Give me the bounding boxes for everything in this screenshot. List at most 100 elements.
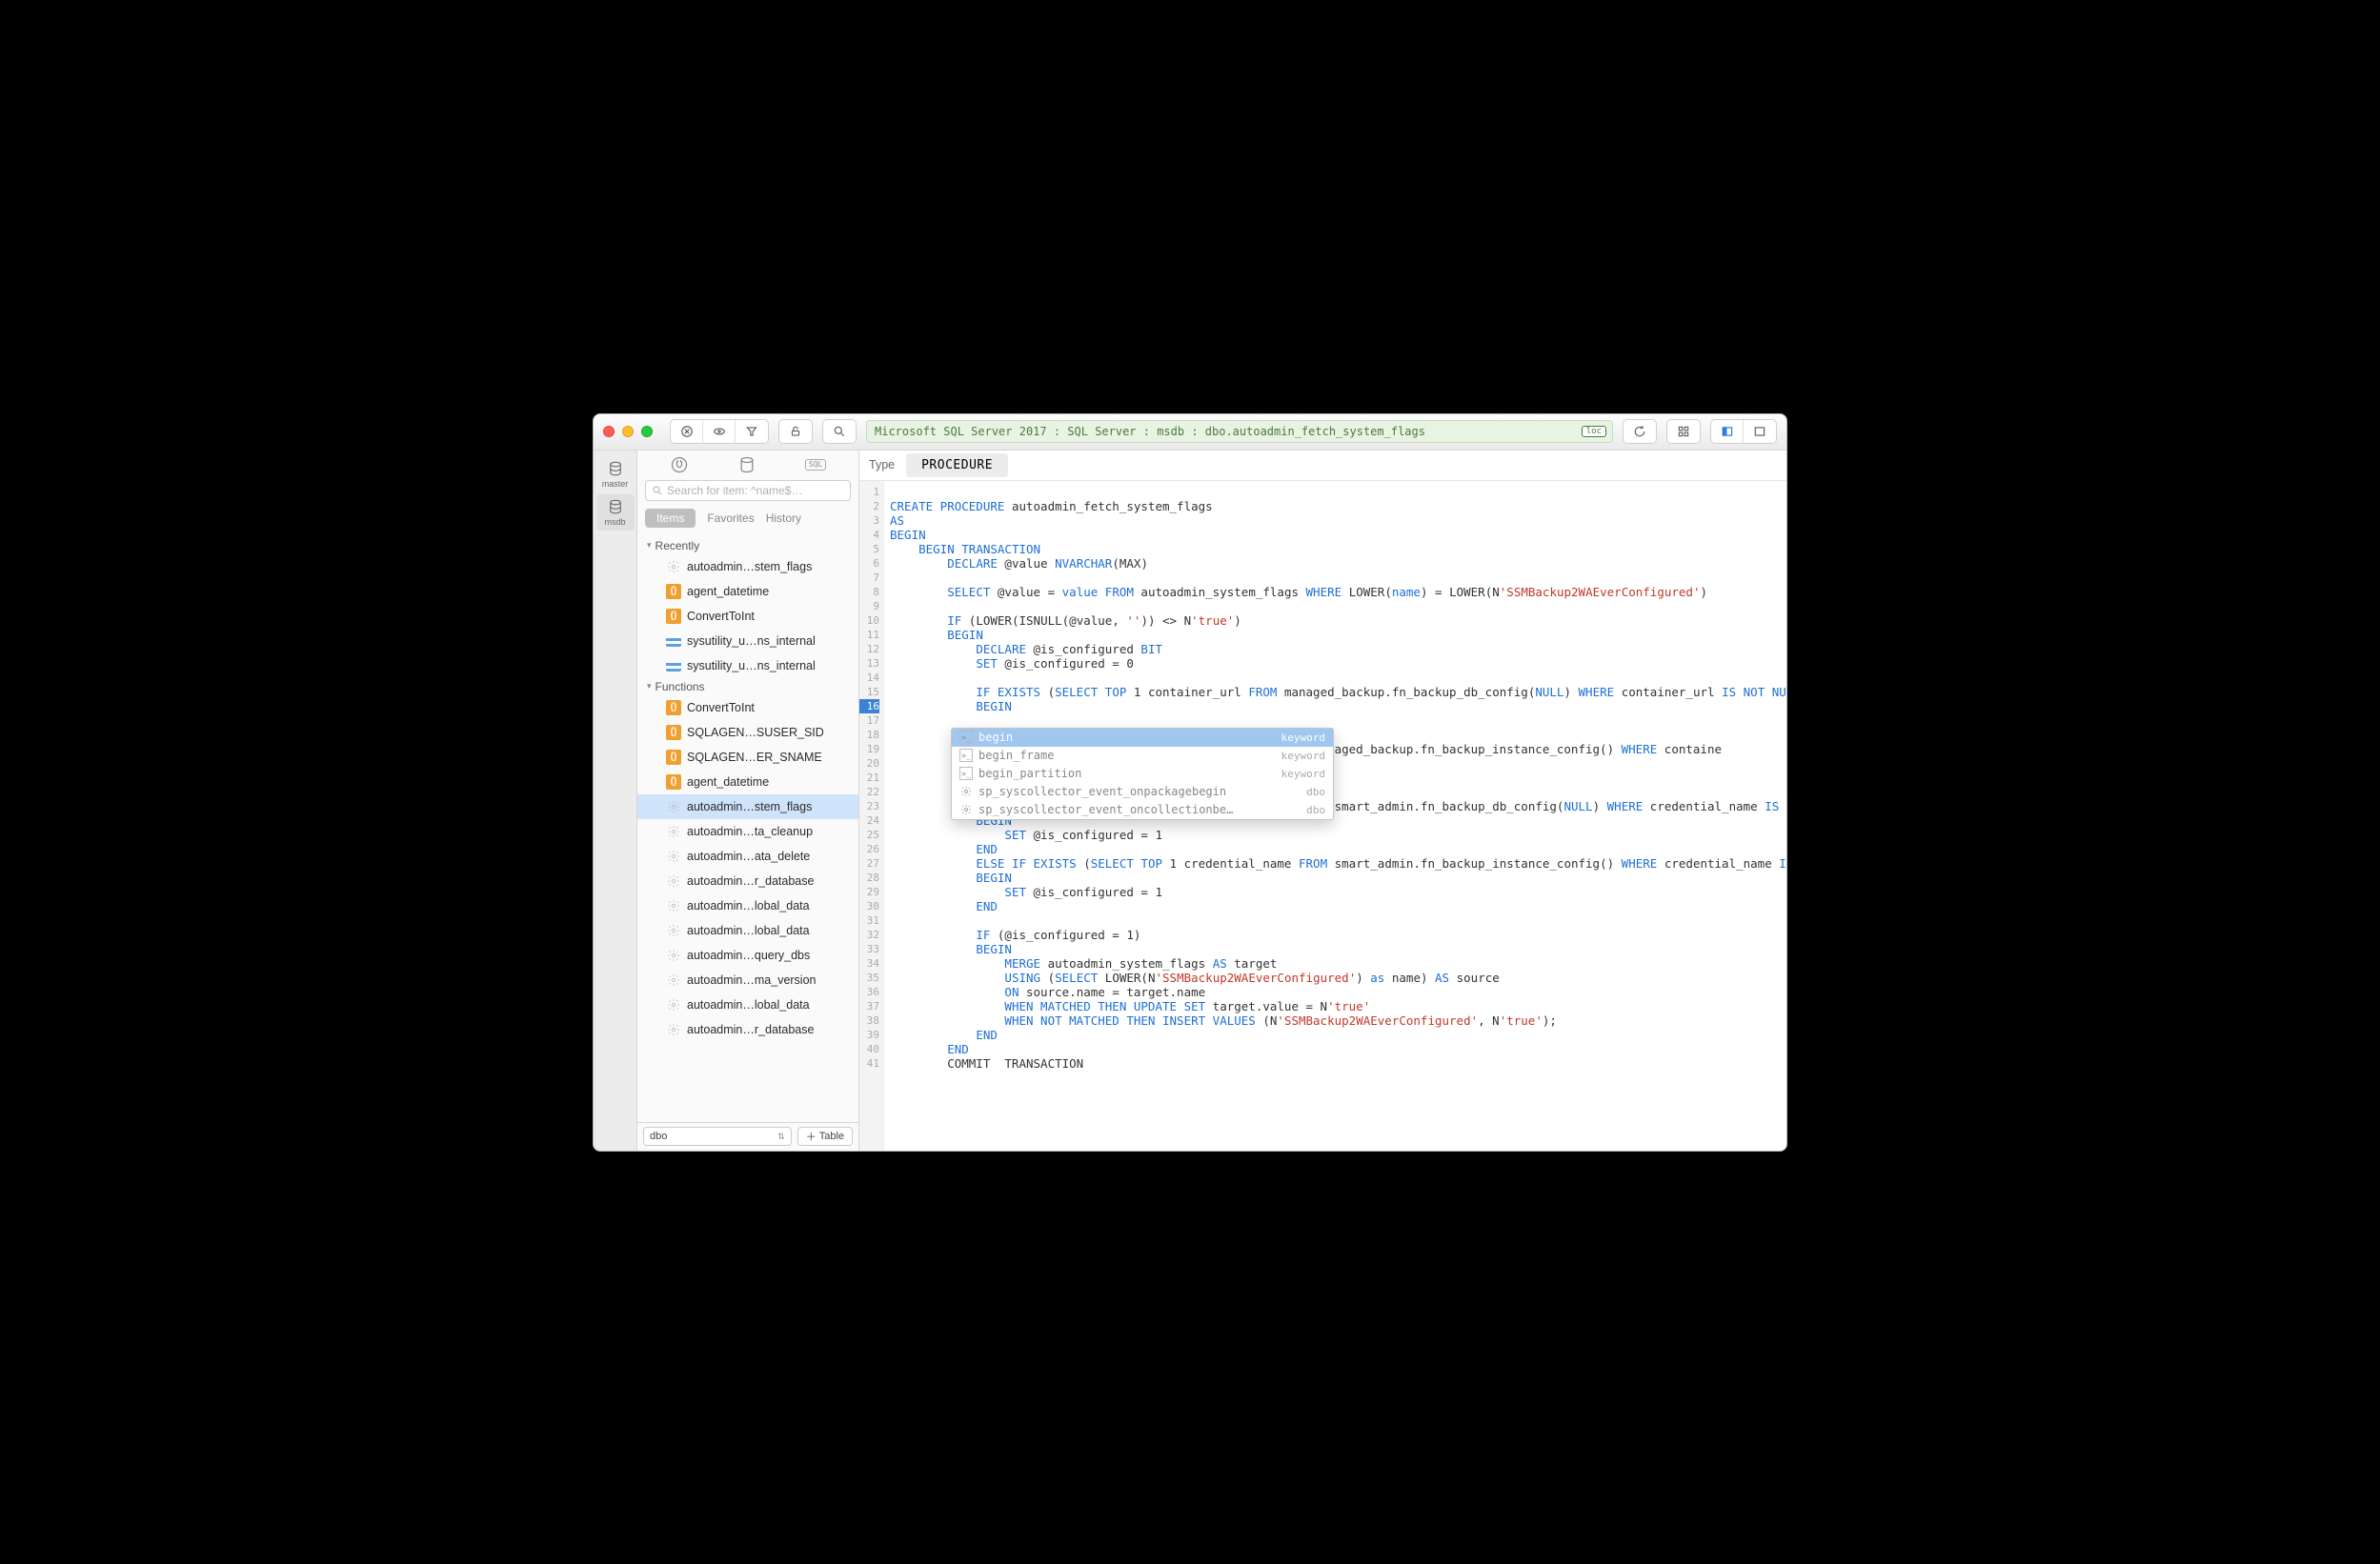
tree-item[interactable]: () ConvertToInt: [637, 695, 858, 720]
tree-item-label: autoadmin…ta_cleanup: [687, 825, 813, 838]
tree-section-functions[interactable]: Functions: [637, 678, 858, 695]
tree-item[interactable]: autoadmin…ta_cleanup: [637, 819, 858, 844]
tree-item-label: autoadmin…lobal_data: [687, 998, 810, 1012]
sidebar-tree: Recently autoadmin…stem_flags () agent_date…: [637, 531, 858, 1122]
popup-item-label: sp_syscollector_event_oncollectionbe…: [978, 803, 1233, 817]
rail-item-msdb[interactable]: msdb: [596, 494, 635, 531]
refresh-button[interactable]: [1624, 420, 1656, 443]
filter-button[interactable]: [736, 420, 768, 443]
tree-item-label: autoadmin…lobal_data: [687, 924, 810, 937]
search-group: [822, 419, 857, 444]
gear-icon: [959, 785, 973, 798]
sidebar-search[interactable]: Search for item: ^name$…: [645, 480, 851, 501]
preview-button[interactable]: [703, 420, 736, 443]
sidebar: SQL Search for item: ^name$… Items Favor…: [637, 451, 859, 1151]
keyword-icon: >_: [959, 731, 973, 744]
layout-sidebar-button[interactable]: [1711, 420, 1744, 443]
gear-icon: [666, 997, 681, 1013]
tree-item-label: autoadmin…stem_flags: [687, 560, 812, 573]
refresh-group: [1623, 419, 1657, 444]
code-editor[interactable]: 1234567891011121314151617181920212223242…: [859, 481, 1786, 1151]
tree-item[interactable]: () SQLAGEN…ER_SNAME: [637, 745, 858, 770]
sidebar-top-icons: SQL: [637, 451, 858, 480]
tree-item[interactable]: ()SQLAGEN…SUSER_SID: [637, 720, 858, 745]
tree-item[interactable]: autoadmin…r_database: [637, 869, 858, 893]
tree-item-label: autoadmin…query_dbs: [687, 949, 810, 962]
popup-item-kind: dbo: [1306, 785, 1325, 799]
tree-item[interactable]: sysutility_u…ns_internal: [637, 629, 858, 653]
zoom-window-button[interactable]: [641, 426, 653, 437]
sidebar-tabs: Items Favorites History: [637, 505, 858, 531]
tree-item-label: ConvertToInt: [687, 701, 755, 714]
popup-item[interactable]: sp_syscollector_event_onpackagebegin dbo: [952, 783, 1333, 801]
orange-icon: (): [666, 774, 681, 790]
breadcrumb-text: Microsoft SQL Server 2017 : SQL Server :…: [875, 425, 1425, 438]
popup-item[interactable]: >_beginkeyword: [952, 729, 1333, 747]
tree-item[interactable]: () agent_datetime: [637, 579, 858, 604]
tree-item[interactable]: autoadmin…stem_flags: [637, 554, 858, 579]
tree-item[interactable]: () ConvertToInt: [637, 604, 858, 629]
popup-item[interactable]: >_ begin_partition keyword: [952, 765, 1333, 783]
sidebar-bottom-bar: dbo⇅ ＋Table: [637, 1122, 858, 1151]
keyword-icon: >_: [959, 767, 973, 780]
tree-item[interactable]: autoadmin…ata_delete: [637, 844, 858, 869]
main-panel: Type PROCEDURE 1234567891011121314151617…: [859, 451, 1786, 1151]
tree-item-label: SQLAGEN…ER_SNAME: [687, 751, 822, 764]
plug-icon[interactable]: [670, 455, 689, 474]
orange-icon: (): [666, 700, 681, 715]
gear-icon: [959, 803, 973, 816]
tab-items[interactable]: Items: [645, 509, 696, 528]
gear-icon: [666, 923, 681, 938]
nav-group: [670, 419, 769, 444]
lock-button[interactable]: [779, 420, 812, 443]
tree-item[interactable]: sysutility_u…ns_internal: [637, 653, 858, 678]
grid-button[interactable]: [1667, 420, 1700, 443]
rail-item-master[interactable]: master: [596, 456, 635, 492]
tree-item[interactable]: autoadmin…ma_version: [637, 968, 858, 993]
plus-icon: ＋: [806, 1129, 817, 1144]
orange-icon: (): [666, 750, 681, 765]
gear-icon: [666, 799, 681, 814]
type-label: Type: [869, 458, 895, 471]
search-icon: [652, 485, 663, 496]
tree-item-label: ConvertToInt: [687, 610, 755, 623]
popup-item-label: begin_partition: [978, 767, 1081, 781]
tab-favorites[interactable]: Favorites: [707, 511, 754, 525]
tree-item-label: autoadmin…ata_delete: [687, 850, 810, 863]
tree-item[interactable]: ()agent_datetime: [637, 770, 858, 794]
popup-item[interactable]: >_begin_framekeyword: [952, 747, 1333, 765]
app-window: Microsoft SQL Server 2017 : SQL Server :…: [593, 413, 1787, 1152]
lock-group: [778, 419, 813, 444]
popup-item-kind: dbo: [1306, 803, 1325, 817]
popup-item-kind: keyword: [1281, 767, 1325, 781]
orange-icon: (): [666, 584, 681, 599]
db-icon[interactable]: [737, 455, 756, 474]
schema-select[interactable]: dbo⇅: [643, 1127, 792, 1146]
tab-history[interactable]: History: [766, 511, 801, 525]
popup-item-label: sp_syscollector_event_onpackagebegin: [978, 785, 1226, 799]
window-controls: [603, 426, 653, 437]
blue-icon: [666, 635, 681, 647]
minimize-window-button[interactable]: [622, 426, 634, 437]
layout-full-button[interactable]: [1744, 420, 1776, 443]
breadcrumb[interactable]: Microsoft SQL Server 2017 : SQL Server :…: [866, 420, 1613, 443]
gear-icon: [666, 873, 681, 889]
gear-icon: [666, 1022, 681, 1037]
tree-item[interactable]: autoadmin…lobal_data: [637, 893, 858, 918]
tree-item[interactable]: autoadmin…stem_flags: [637, 794, 858, 819]
tree-item[interactable]: autoadmin…lobal_data: [637, 918, 858, 943]
popup-item-kind: keyword: [1281, 731, 1325, 745]
tree-item[interactable]: autoadmin…r_database: [637, 1017, 858, 1042]
tree-section-recently[interactable]: Recently: [637, 537, 858, 554]
close-window-button[interactable]: [603, 426, 615, 437]
add-table-button[interactable]: ＋Table: [797, 1127, 853, 1146]
orange-icon: (): [666, 609, 681, 624]
sql-icon[interactable]: SQL: [805, 459, 826, 471]
history-back-button[interactable]: [671, 420, 703, 443]
tree-item-label: agent_datetime: [687, 585, 769, 598]
search-button[interactable]: [823, 420, 856, 443]
popup-item[interactable]: sp_syscollector_event_oncollectionbe… dbo: [952, 801, 1333, 819]
search-placeholder: Search for item: ^name$…: [667, 484, 802, 497]
tree-item[interactable]: autoadmin…query_dbs: [637, 943, 858, 968]
tree-item[interactable]: autoadmin…lobal_data: [637, 993, 858, 1017]
